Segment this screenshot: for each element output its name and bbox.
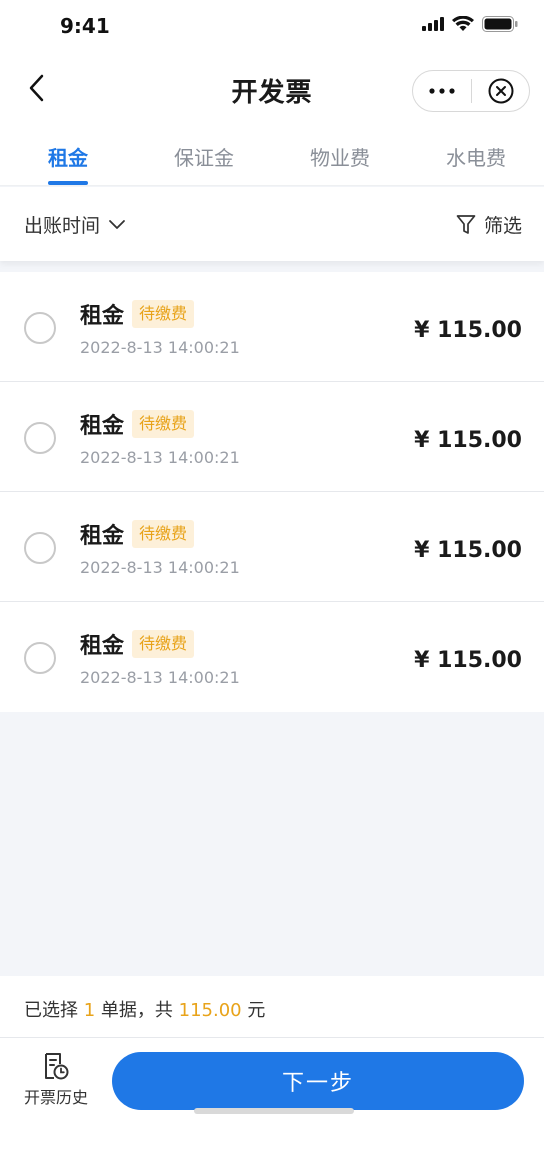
wifi-icon	[452, 16, 474, 31]
close-circle-icon	[488, 78, 513, 104]
bill-title: 租金	[80, 304, 125, 329]
summary-prefix: 已选择	[24, 1000, 78, 1021]
select-radio[interactable]	[24, 312, 56, 344]
tab-utilities[interactable]: 水电费	[408, 124, 544, 185]
select-radio[interactable]	[24, 642, 56, 674]
bill-amount: ¥ 115.00	[414, 538, 522, 563]
battery-icon	[482, 16, 518, 32]
nav-bar: 开发票	[0, 52, 544, 124]
signal-icon	[422, 17, 444, 31]
summary-suffix: 元	[247, 1000, 266, 1021]
status-badge: 待缴费	[132, 630, 195, 658]
bill-amount: ¥ 115.00	[414, 648, 522, 673]
sort-label: 出账时间	[24, 215, 101, 237]
chevron-down-icon	[109, 219, 125, 229]
selected-count: 1	[83, 1000, 96, 1021]
billing-time-sort-button[interactable]: 出账时间	[24, 211, 126, 238]
select-radio[interactable]	[24, 422, 56, 454]
bill-amount: ¥ 115.00	[414, 318, 522, 343]
status-time: 9:41	[60, 14, 110, 38]
bill-item[interactable]: 租金 待缴费 2022-8-13 14:00:21 ¥ 115.00	[0, 492, 544, 602]
selection-summary: 已选择 1 单据，共 115.00 元	[0, 976, 544, 1038]
bill-date: 2022-8-13 14:00:21	[80, 338, 240, 357]
mini-program-capsule	[412, 70, 530, 112]
funnel-icon	[456, 214, 476, 234]
filter-label: 筛选	[483, 215, 522, 237]
bill-list: 租金 待缴费 2022-8-13 14:00:21 ¥ 115.00 租金 待缴…	[0, 272, 544, 712]
invoice-history-icon	[45, 1053, 69, 1080]
bottom-action-bar: 开票历史 下一步	[0, 1038, 544, 1170]
filter-bar: 出账时间 筛选	[0, 187, 544, 261]
more-dots-icon	[429, 88, 455, 94]
next-step-button[interactable]: 下一步	[112, 1052, 524, 1110]
invoice-history-label: 开票历史	[23, 1088, 88, 1107]
bill-item[interactable]: 租金 待缴费 2022-8-13 14:00:21 ¥ 115.00	[0, 382, 544, 492]
bill-amount: ¥ 115.00	[414, 428, 522, 453]
status-badge: 待缴费	[132, 520, 195, 548]
tab-rent[interactable]: 租金	[0, 124, 136, 185]
tab-deposit[interactable]: 保证金	[136, 124, 272, 185]
more-button[interactable]	[413, 71, 471, 111]
bill-title: 租金	[80, 634, 125, 659]
home-indicator	[194, 1108, 354, 1114]
close-button[interactable]	[472, 71, 529, 111]
bill-title: 租金	[80, 524, 125, 549]
status-icons	[422, 16, 518, 32]
bill-date: 2022-8-13 14:00:21	[80, 448, 240, 467]
summary-middle: 单据，共	[100, 1000, 173, 1021]
status-bar: 9:41	[0, 0, 544, 52]
bill-date: 2022-8-13 14:00:21	[80, 558, 240, 577]
select-radio[interactable]	[24, 532, 56, 564]
bill-item[interactable]: 租金 待缴费 2022-8-13 14:00:21 ¥ 115.00	[0, 272, 544, 382]
bill-item[interactable]: 租金 待缴费 2022-8-13 14:00:21 ¥ 115.00	[0, 602, 544, 712]
tab-bar: 租金 保证金 物业费 水电费	[0, 124, 544, 186]
bill-title: 租金	[80, 414, 125, 439]
status-badge: 待缴费	[132, 300, 195, 328]
selected-total: 115.00	[178, 1000, 242, 1021]
status-badge: 待缴费	[132, 410, 195, 438]
tab-property-fee[interactable]: 物业费	[272, 124, 408, 185]
bill-date: 2022-8-13 14:00:21	[80, 668, 240, 687]
filter-button[interactable]: 筛选	[456, 211, 522, 238]
invoice-history-button[interactable]: 开票历史	[16, 1052, 96, 1108]
